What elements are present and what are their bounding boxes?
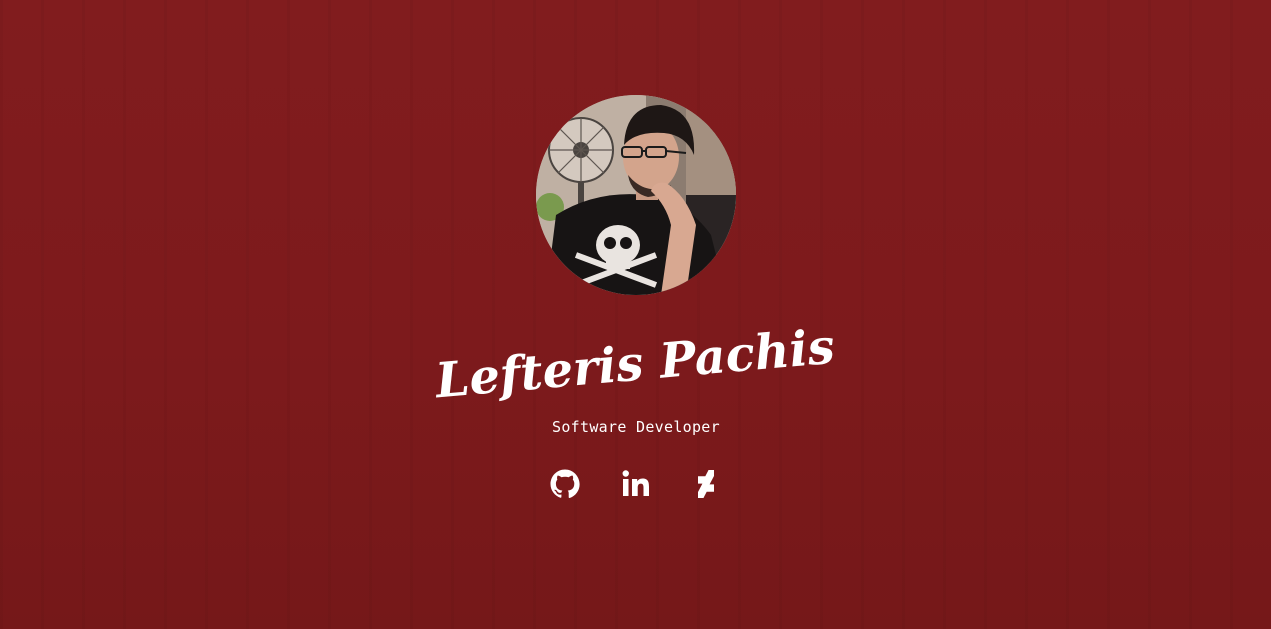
linkedin-link[interactable] xyxy=(616,464,656,504)
deviantart-icon xyxy=(698,470,714,498)
avatar xyxy=(536,95,736,295)
role-subtitle: Software Developer xyxy=(552,418,720,436)
deviantart-link[interactable] xyxy=(686,464,726,504)
avatar-photo xyxy=(536,95,736,295)
github-icon xyxy=(550,469,580,499)
name-text: – Lefteris Pachis – xyxy=(420,318,851,408)
social-links xyxy=(545,464,726,504)
title-name: Lefteris Pachis xyxy=(431,319,837,408)
linkedin-icon xyxy=(622,470,649,496)
github-link[interactable] xyxy=(545,464,585,504)
name-heading: – Lefteris Pachis – xyxy=(420,318,851,408)
page: – Lefteris Pachis – Software Developer xyxy=(0,0,1271,629)
